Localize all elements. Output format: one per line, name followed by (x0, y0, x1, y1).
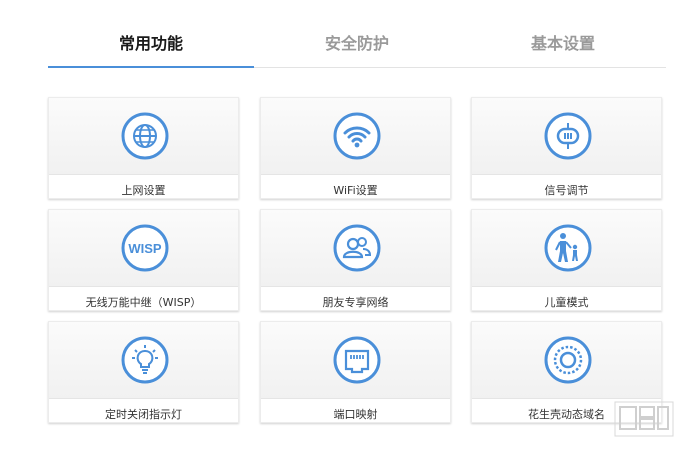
card-icon-area (261, 210, 450, 287)
card-friends-network[interactable]: 朋友专享网络 (260, 209, 451, 311)
signal-adjust-icon (544, 112, 592, 160)
card-label: 儿童模式 (544, 296, 589, 309)
friends-icon (333, 224, 381, 272)
card-icon-area (472, 322, 661, 399)
globe-icon (121, 112, 169, 160)
card-label: 信号调节 (544, 184, 589, 197)
card-icon-area (49, 98, 238, 175)
light-bulb-icon (121, 336, 169, 384)
card-label: 上网设置 (121, 184, 166, 197)
card-icon-area (261, 322, 450, 399)
dynamic-dns-icon (544, 336, 592, 384)
port-mapping-icon (333, 336, 381, 384)
tab-bar: 常用功能 安全防护 基本设置 (48, 0, 666, 68)
card-label: 端口映射 (333, 408, 378, 421)
active-tab-indicator (48, 66, 254, 68)
card-timed-indicator-off[interactable]: 定时关闭指示灯 (48, 321, 239, 423)
card-icon-area: WISP (49, 210, 238, 287)
tab-basic-settings[interactable]: 基本设置 (460, 30, 666, 54)
card-label: WiFi设置 (333, 184, 378, 197)
card-label: 无线万能中继（WISP） (85, 296, 202, 309)
watermark-logo (614, 401, 674, 437)
card-child-mode[interactable]: 儿童模式 (471, 209, 662, 311)
function-grid: 上网设置 WiFi设置 信号调节 WISP 无线万能中继（WISP） 朋友专享网… (48, 97, 662, 427)
card-internet-settings[interactable]: 上网设置 (48, 97, 239, 199)
tab-common-functions[interactable]: 常用功能 (48, 30, 254, 54)
wifi-icon (333, 112, 381, 160)
card-wifi-settings[interactable]: WiFi设置 (260, 97, 451, 199)
card-label: 朋友专享网络 (322, 296, 389, 309)
card-icon-area (49, 322, 238, 399)
card-label: 定时关闭指示灯 (105, 408, 182, 421)
card-wisp[interactable]: WISP 无线万能中继（WISP） (48, 209, 239, 311)
tab-security[interactable]: 安全防护 (254, 30, 460, 54)
card-signal-adjust[interactable]: 信号调节 (471, 97, 662, 199)
svg-text:WISP: WISP (128, 241, 162, 256)
card-icon-area (261, 98, 450, 175)
child-mode-icon (544, 224, 592, 272)
wisp-icon: WISP (121, 224, 169, 272)
card-icon-area (472, 98, 661, 175)
card-icon-area (472, 210, 661, 287)
card-port-mapping[interactable]: 端口映射 (260, 321, 451, 423)
